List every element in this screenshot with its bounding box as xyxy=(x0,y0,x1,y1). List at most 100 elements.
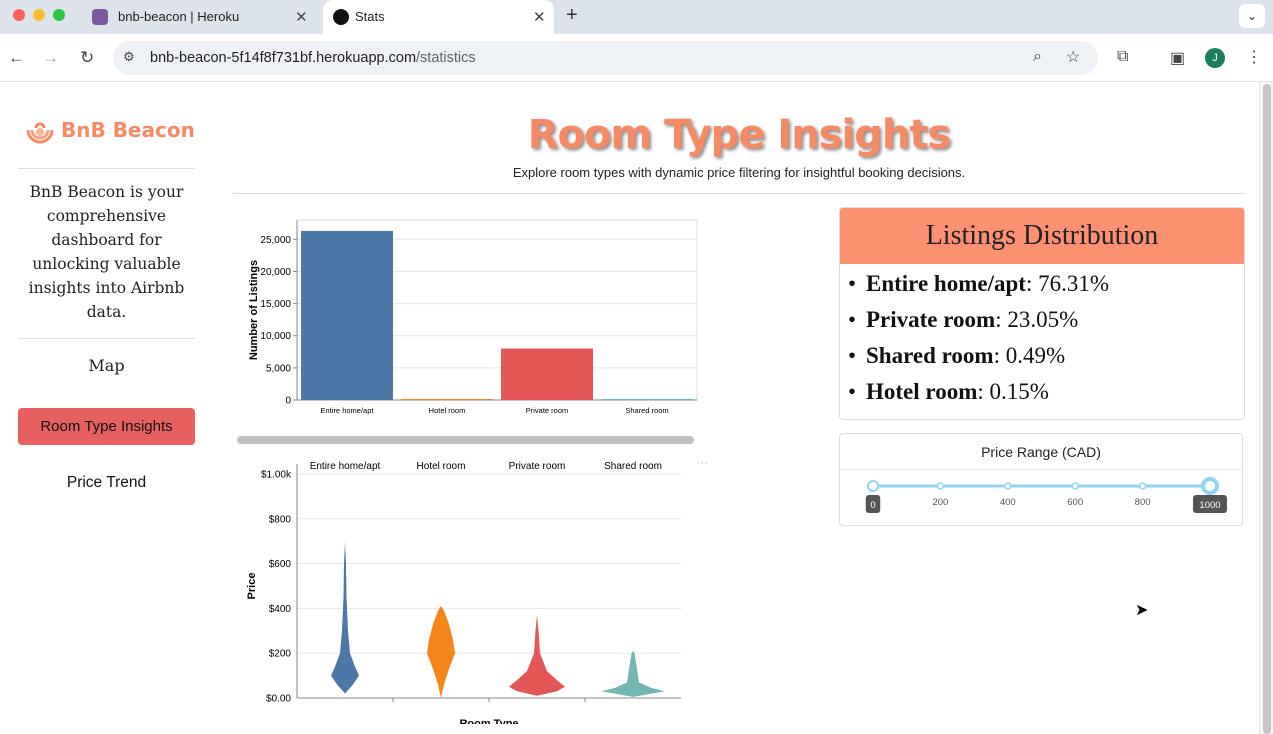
forward-icon[interactable]: → xyxy=(42,48,59,68)
slider-mark xyxy=(1071,482,1079,490)
sidebar-divider xyxy=(18,338,195,339)
slider-max-handle[interactable] xyxy=(1201,477,1219,495)
sidebar: BnB Beacon BnB Beacon is your comprehens… xyxy=(0,82,213,734)
site-info-icon[interactable]: ⚙ xyxy=(123,49,135,65)
page-subtitle: Explore room types with dynamic price fi… xyxy=(512,165,966,180)
slider-value-label: 0 xyxy=(870,500,875,511)
x-tick-label: Entire home/apt xyxy=(321,406,375,415)
profile-avatar[interactable]: J xyxy=(1205,48,1225,68)
category-label: Shared room xyxy=(604,461,662,472)
chart-horizontal-scrollbar[interactable] xyxy=(237,436,694,444)
minimize-window-button[interactable] xyxy=(33,9,45,21)
new-tab-button[interactable]: + xyxy=(566,4,578,27)
bookmark-star-icon[interactable]: ☆ xyxy=(1066,47,1080,67)
slider-tick-label: 400 xyxy=(1000,497,1016,508)
price-range-card: Price Range (CAD) 200 400 600 800 0 1000 xyxy=(839,433,1243,526)
page-scrollbar[interactable] xyxy=(1259,82,1273,734)
tab-stats[interactable]: Stats ✕ xyxy=(323,0,554,34)
y-tick-label: 0 xyxy=(285,396,291,407)
address-bar[interactable]: ⚙ bnb-beacon-5f14f8f731bf.herokuapp.com/… xyxy=(113,41,1098,75)
x-tick-label: Hotel room xyxy=(429,406,466,415)
zoom-icon[interactable]: ⌕ xyxy=(1033,48,1042,66)
y-tick-label: $600 xyxy=(269,559,292,570)
category-label: Private room xyxy=(509,461,566,472)
side-panel-icon[interactable]: ▣ xyxy=(1170,48,1185,68)
extensions-icon[interactable]: ⧉ xyxy=(1117,48,1128,66)
slider-min-handle[interactable] xyxy=(867,480,879,492)
bar xyxy=(601,398,693,400)
page-title: Room Type Insights xyxy=(527,112,952,158)
y-tick-label: 25,000 xyxy=(260,235,291,246)
browser-toolbar: ← → ↻ ⚙ bnb-beacon-5f14f8f731bf.herokuap… xyxy=(0,34,1273,82)
bar xyxy=(401,399,493,400)
nav-price-trend-link[interactable]: Price Trend xyxy=(18,474,195,492)
x-tick-label: Shared room xyxy=(625,406,668,415)
logo-text: BnB Beacon xyxy=(61,118,195,142)
listings-distribution-card: Listings Distribution • Entire home/apt: … xyxy=(839,207,1245,420)
y-tick-label: $400 xyxy=(269,604,292,615)
list-item: • Entire home/apt: 76.31% xyxy=(848,271,1109,296)
violin-shape xyxy=(509,615,565,696)
y-tick-label: $800 xyxy=(269,514,292,525)
beacon-logo-icon xyxy=(26,122,54,144)
category-label: Hotel room xyxy=(417,461,466,472)
slider-tick-label: 600 xyxy=(1067,497,1083,508)
y-axis-label: Number of Listings xyxy=(248,260,260,360)
x-axis-label: Room Type xyxy=(459,718,518,724)
y-tick-label: 20,000 xyxy=(260,267,291,278)
reload-icon[interactable]: ↻ xyxy=(80,48,94,68)
heroku-icon xyxy=(92,9,108,25)
sidebar-divider xyxy=(18,168,195,169)
chart-actions-icon[interactable]: ··· xyxy=(697,457,708,469)
x-tick-label: Private room xyxy=(526,406,569,415)
list-item: • Hotel room: 0.15% xyxy=(848,379,1049,404)
logo[interactable]: BnB Beacon xyxy=(25,115,195,145)
slider-tick-label: 200 xyxy=(932,497,948,508)
close-window-button[interactable] xyxy=(13,9,25,21)
maximize-window-button[interactable] xyxy=(53,9,65,21)
stats-icon xyxy=(333,9,349,25)
distribution-list: • Entire home/apt: 76.31% • Private room: … xyxy=(840,264,1244,410)
slider-mark xyxy=(936,482,945,490)
url-text[interactable]: bnb-beacon-5f14f8f731bf.herokuapp.com/st… xyxy=(150,50,476,66)
distribution-heading: Listings Distribution xyxy=(840,208,1244,264)
category-label: Entire home/apt xyxy=(310,461,381,472)
price-range-slider[interactable]: 200 400 600 800 0 1000 xyxy=(840,470,1244,526)
slider-tick-label: 800 xyxy=(1135,497,1151,508)
y-axis-label: Price xyxy=(246,573,258,600)
y-tick-label: 15,000 xyxy=(260,299,291,310)
close-tab-icon[interactable]: ✕ xyxy=(295,8,308,26)
nav-map-link[interactable]: Map xyxy=(18,356,195,375)
header-divider xyxy=(233,193,1245,194)
tab-title: Stats xyxy=(355,9,385,24)
page-content: BnB Beacon BnB Beacon is your comprehens… xyxy=(0,82,1259,734)
price-range-label: Price Range (CAD) xyxy=(840,434,1242,470)
bar xyxy=(301,230,393,400)
slider-value-label: 1000 xyxy=(1199,500,1220,511)
nav-room-type-link[interactable]: Room Type Insights xyxy=(18,408,195,445)
mouse-cursor-icon: ➤ xyxy=(1135,602,1149,619)
back-icon[interactable]: ← xyxy=(8,48,25,68)
slider-mark xyxy=(1004,482,1012,490)
y-tick-label: $0.00 xyxy=(266,694,291,705)
tab-heroku[interactable]: bnb-beacon | Heroku ✕ xyxy=(82,0,320,34)
browser-tab-bar: bnb-beacon | Heroku ✕ Stats ✕ + ⌄ xyxy=(0,0,1273,34)
slider-mark xyxy=(1138,482,1147,490)
y-tick-label: 10,000 xyxy=(260,331,291,342)
tab-title: bnb-beacon | Heroku xyxy=(118,9,240,24)
violin-shape xyxy=(427,606,455,698)
price-violin-chart: $0.00 $200 $400 $600 $800 $1.00k Entire home/a… xyxy=(246,461,681,724)
menu-icon[interactable]: ⋮ xyxy=(1246,47,1262,67)
page-scrollbar-thumb[interactable] xyxy=(1263,84,1271,734)
listings-bar-chart: 0 5,000 10,000 15,000 20,000 25,000 Entire hom… xyxy=(248,219,698,415)
close-tab-icon[interactable]: ✕ xyxy=(533,8,546,26)
y-tick-label: 5,000 xyxy=(266,363,291,374)
bar xyxy=(501,348,593,400)
y-tick-label: $200 xyxy=(269,649,292,660)
list-item: • Private room: 23.05% xyxy=(848,307,1079,332)
tab-search-button[interactable]: ⌄ xyxy=(1239,4,1265,28)
sidebar-about-text: BnB Beacon is your comprehensive dashboa… xyxy=(28,183,185,321)
list-item: • Shared room: 0.49% xyxy=(848,343,1066,368)
y-tick-label: $1.00k xyxy=(261,470,292,481)
violin-shape xyxy=(601,650,665,697)
